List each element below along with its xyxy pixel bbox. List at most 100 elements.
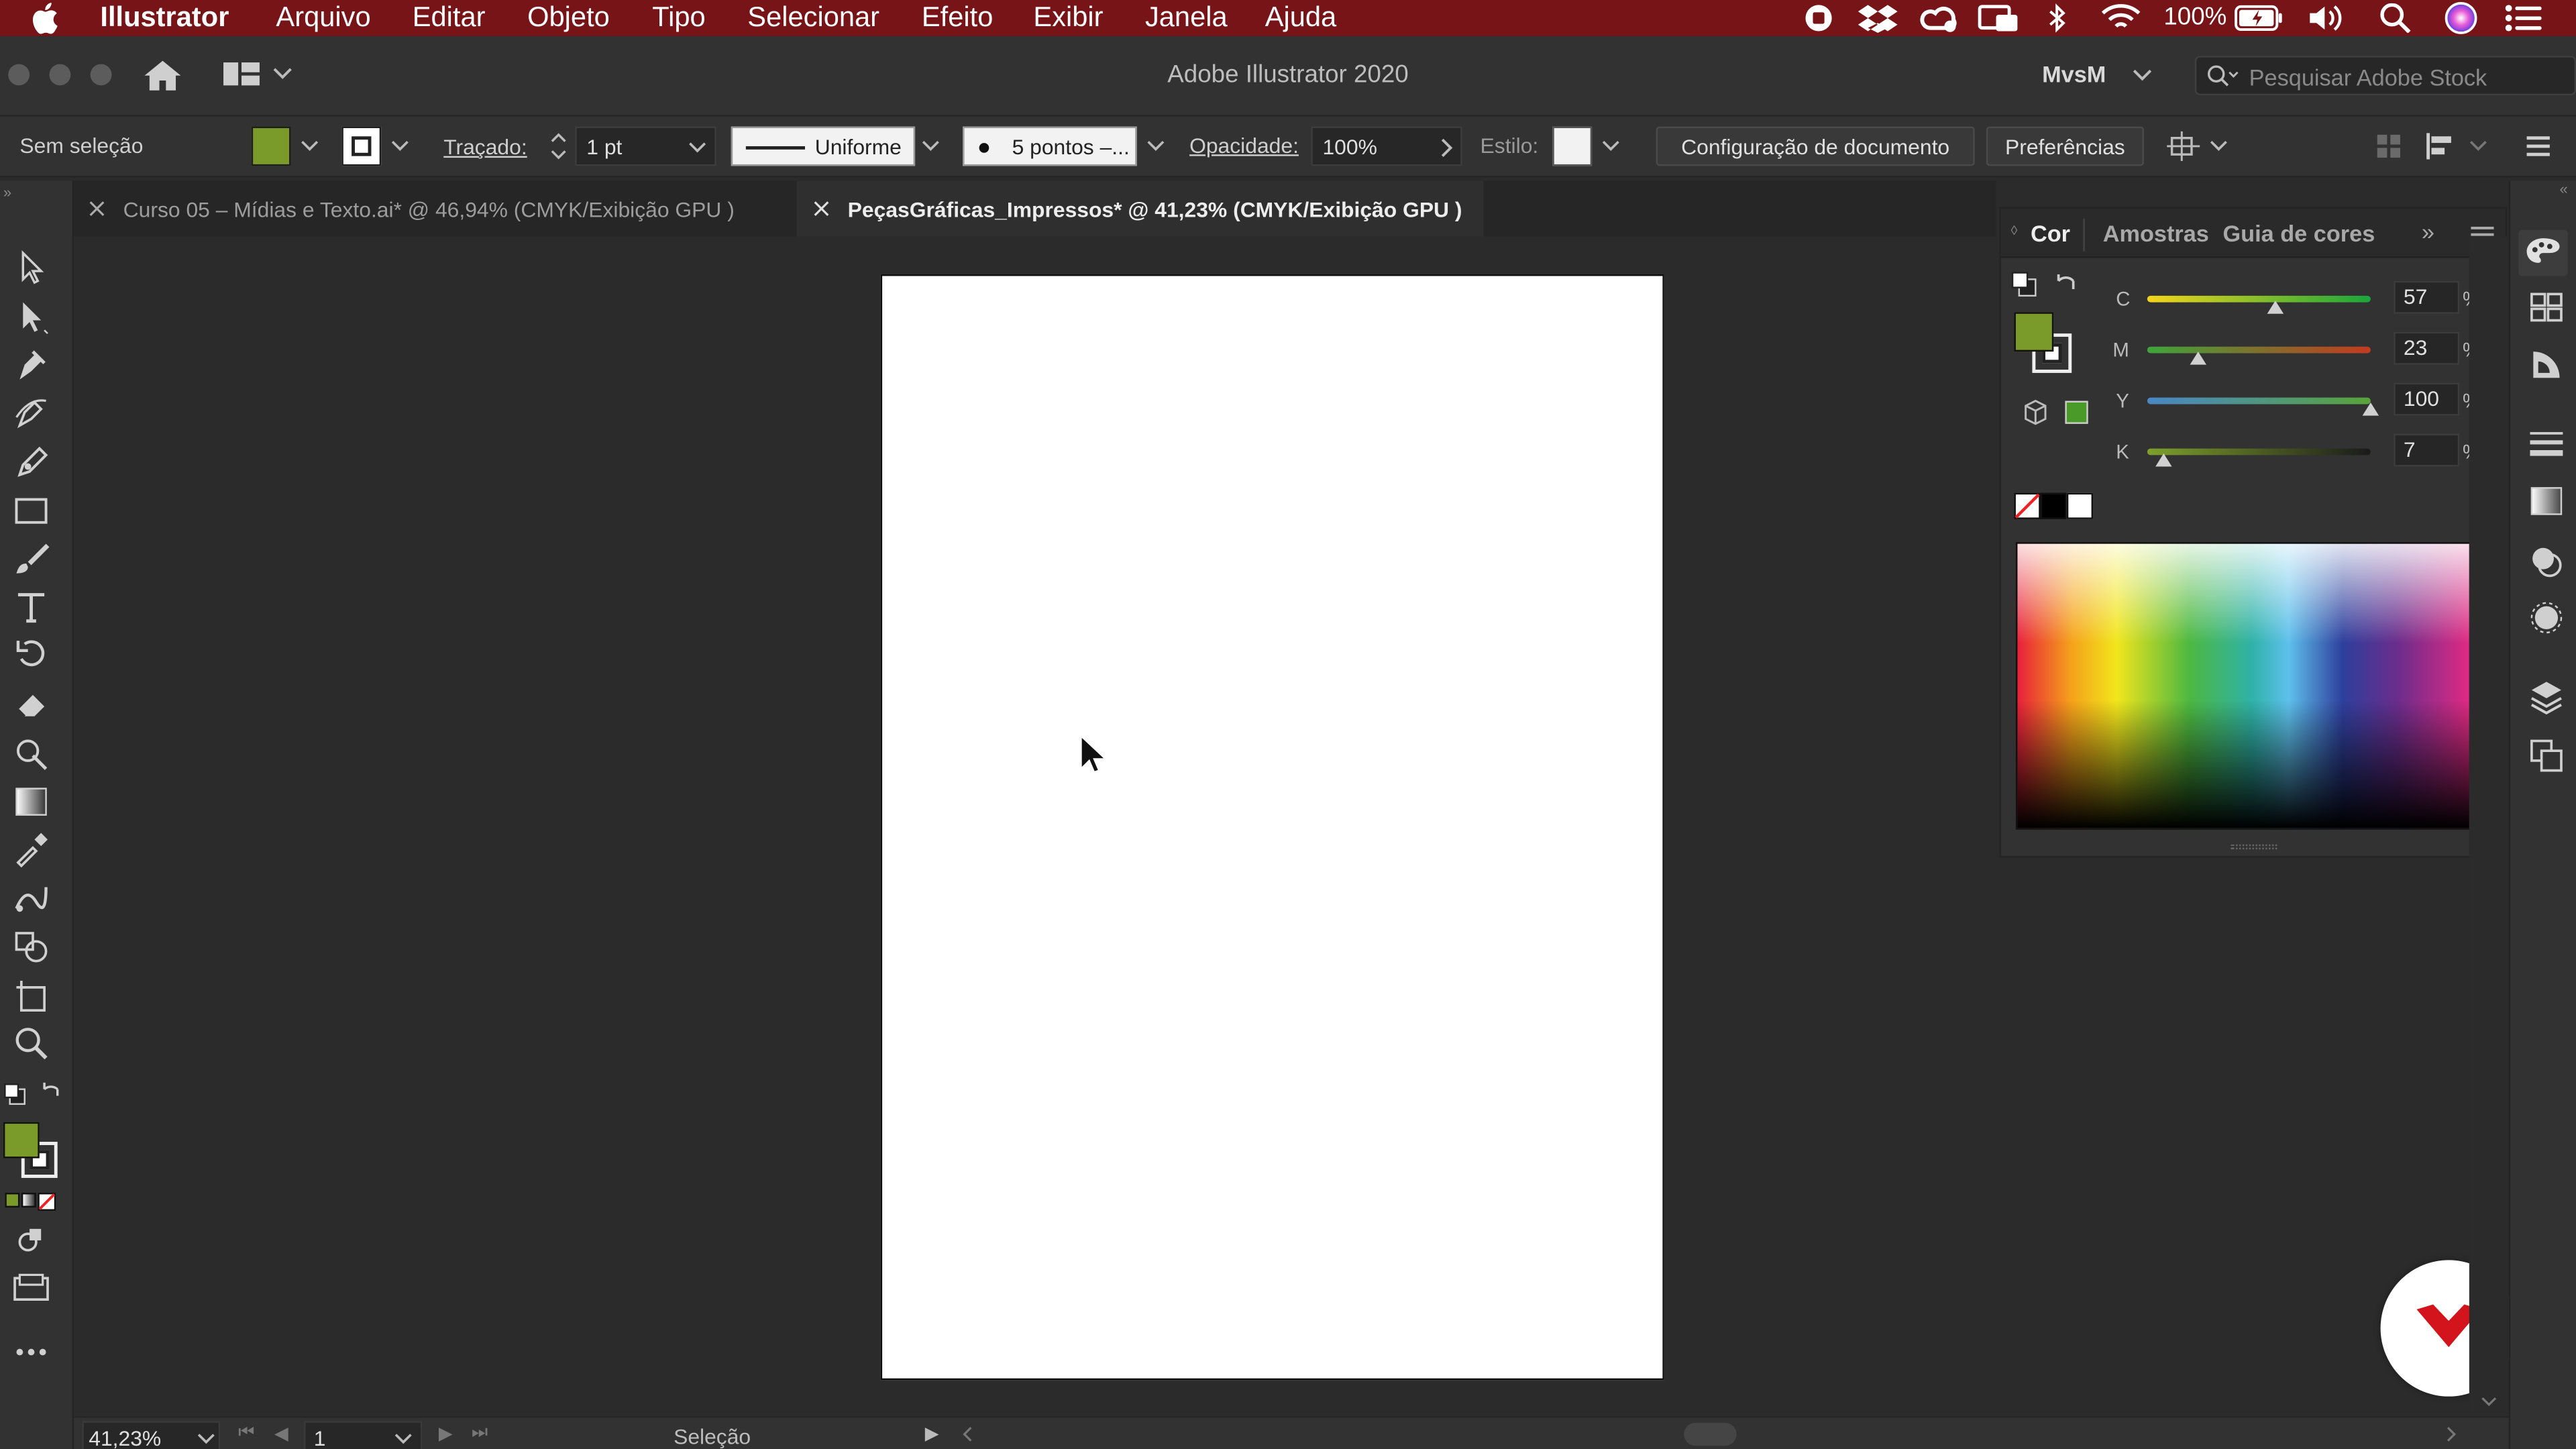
next-artboard-icon[interactable]: ▶: [439, 1423, 453, 1444]
menu-ajuda[interactable]: Ajuda: [1265, 0, 1336, 36]
cyan-slider[interactable]: [2147, 295, 2371, 303]
collapse-dock-icon[interactable]: «: [2560, 180, 2568, 197]
chevron-down-icon[interactable]: [2210, 140, 2228, 153]
opacity-field[interactable]: 100%: [1311, 126, 1462, 166]
more-tools-icon[interactable]: [15, 1344, 48, 1360]
menu-app-name[interactable]: Illustrator: [100, 0, 229, 36]
shape-builder-tool-icon[interactable]: [13, 928, 50, 965]
close-tab-icon[interactable]: [813, 201, 829, 217]
horizontal-scroll-thumb[interactable]: [1684, 1422, 1737, 1446]
previous-artboard-icon[interactable]: ◀: [274, 1423, 288, 1444]
direct-selection-tool-icon[interactable]: [13, 299, 50, 335]
scroll-down-icon[interactable]: [2481, 1395, 2497, 1408]
menu-tipo[interactable]: Tipo: [652, 0, 705, 36]
tab-cor[interactable]: Cor: [2031, 220, 2070, 246]
status-menu-arrow-icon[interactable]: ▶: [925, 1423, 939, 1444]
scroll-left-icon[interactable]: [961, 1426, 975, 1442]
graphic-style-swatch[interactable]: [1552, 126, 1593, 166]
cyan-slider-thumb[interactable]: [2266, 301, 2283, 314]
none-mode-button[interactable]: [38, 1192, 56, 1211]
apple-icon[interactable]: [30, 1, 59, 34]
wifi-icon[interactable]: [2100, 3, 2143, 33]
toolbar-fill-swatch[interactable]: [3, 1122, 40, 1159]
eyedropper-tool-icon[interactable]: [13, 831, 50, 868]
default-colors-icon[interactable]: [3, 1083, 26, 1106]
rectangle-tool-icon[interactable]: [13, 493, 50, 529]
style-chevron-icon[interactable]: [1602, 140, 1620, 153]
artboard[interactable]: [880, 274, 1664, 1381]
gradient-mode-button[interactable]: [21, 1192, 36, 1208]
layers-icon[interactable]: [2530, 680, 2563, 716]
pen-tool-icon[interactable]: [13, 347, 50, 383]
menu-selecionar[interactable]: Selecionar: [747, 0, 879, 36]
panel-options-toggle-icon[interactable]: ◊: [2011, 223, 2018, 238]
selection-tool-icon[interactable]: [13, 250, 50, 286]
black-swatch[interactable]: [2040, 492, 2067, 519]
paintbrush-tool-icon[interactable]: [13, 541, 50, 577]
opacity-label[interactable]: Opacidade:: [1189, 133, 1299, 158]
closest-color-swatch[interactable]: [2065, 400, 2088, 424]
color-guide-icon[interactable]: [2530, 348, 2563, 381]
black-value-field[interactable]: 7: [2394, 433, 2460, 467]
brush-definition-select[interactable]: 5 pontos –...: [963, 126, 1137, 166]
stroke-stepper-icon[interactable]: [547, 127, 570, 166]
tab-pecas-graficas[interactable]: PeçasGráficas_Impressos* @ 41,23% (CMYK/…: [796, 180, 1484, 237]
type-tool-icon[interactable]: [13, 588, 50, 625]
stroke-panel-icon[interactable]: [2530, 431, 2563, 457]
tab-guia-de-cores[interactable]: Guia de cores: [2222, 220, 2375, 246]
color-mode-button[interactable]: [5, 1192, 20, 1208]
scroll-right-icon[interactable]: [2445, 1426, 2458, 1442]
notification-center-icon[interactable]: [2504, 3, 2543, 33]
stock-search-input[interactable]: Pesquisar Adobe Stock: [2194, 56, 2576, 96]
zoom-tool-icon[interactable]: [13, 1025, 50, 1061]
stroke-label[interactable]: Traçado:: [443, 135, 527, 160]
default-fill-stroke-icon[interactable]: [2011, 271, 2037, 297]
yellow-value-field[interactable]: 100: [2394, 382, 2460, 416]
color-panel-button[interactable]: [2518, 229, 2568, 276]
swap-fill-stroke-icon[interactable]: [2053, 271, 2080, 297]
magenta-value-field[interactable]: 23: [2394, 331, 2460, 365]
creative-cloud-icon[interactable]: [1919, 3, 1958, 33]
out-of-gamut-cube-icon[interactable]: [2023, 399, 2049, 425]
screen-mode-icon[interactable]: [13, 1273, 50, 1303]
yellow-slider[interactable]: [2147, 397, 2371, 405]
vertical-scrollbar[interactable]: [2469, 236, 2509, 1417]
swap-colors-icon[interactable]: [41, 1081, 64, 1104]
collapse-toolbar-icon[interactable]: »: [3, 184, 11, 200]
zoom-field[interactable]: 41,23%: [82, 1421, 221, 1449]
eraser-tool-icon[interactable]: [13, 685, 50, 721]
menu-janela[interactable]: Janela: [1145, 0, 1228, 36]
menu-arquivo[interactable]: Arquivo: [276, 0, 370, 36]
artboards-panel-icon[interactable]: [2530, 739, 2563, 772]
screen-share-icon[interactable]: [1978, 3, 2021, 33]
color-spectrum[interactable]: [2015, 542, 2471, 830]
none-swatch[interactable]: [2014, 492, 2041, 519]
transform-options-icon[interactable]: [2165, 129, 2202, 162]
siri-icon[interactable]: [2445, 1, 2477, 34]
control-menu-icon[interactable]: [2525, 133, 2551, 159]
transparency-icon[interactable]: [2530, 545, 2563, 578]
rotate-tool-icon[interactable]: [13, 636, 50, 672]
dropbox-icon[interactable]: [1858, 3, 1898, 33]
magenta-slider[interactable]: [2147, 346, 2371, 354]
bluetooth-icon[interactable]: [2045, 3, 2068, 33]
artboard-number-field[interactable]: 1: [304, 1421, 423, 1449]
draw-mode-icon[interactable]: [16, 1226, 46, 1255]
record-icon[interactable]: [1803, 3, 1835, 33]
first-artboard-icon[interactable]: ⏮: [238, 1423, 254, 1444]
yellow-slider-thumb[interactable]: [2362, 402, 2379, 416]
swatches-icon[interactable]: [2530, 292, 2563, 322]
last-artboard-icon[interactable]: ⏭: [472, 1423, 488, 1444]
pencil-tool-icon[interactable]: [13, 443, 50, 480]
panel-resize-grip[interactable]: [2231, 844, 2277, 850]
workspace-chevron-icon[interactable]: [2133, 69, 2152, 83]
tab-curso-05[interactable]: Curso 05 – Mídias e Texto.ai* @ 46,94% (…: [74, 180, 797, 237]
gradient-tool-icon[interactable]: [13, 784, 50, 820]
preferences-button[interactable]: Preferências: [1986, 126, 2144, 166]
stroke-profile-select[interactable]: Uniforme: [731, 126, 916, 166]
artboard-tool-icon[interactable]: [13, 977, 50, 1014]
close-tab-icon[interactable]: [89, 201, 105, 217]
appearance-icon[interactable]: [2530, 601, 2563, 634]
black-slider-thumb[interactable]: [2154, 453, 2171, 467]
battery-icon[interactable]: [2235, 5, 2284, 32]
